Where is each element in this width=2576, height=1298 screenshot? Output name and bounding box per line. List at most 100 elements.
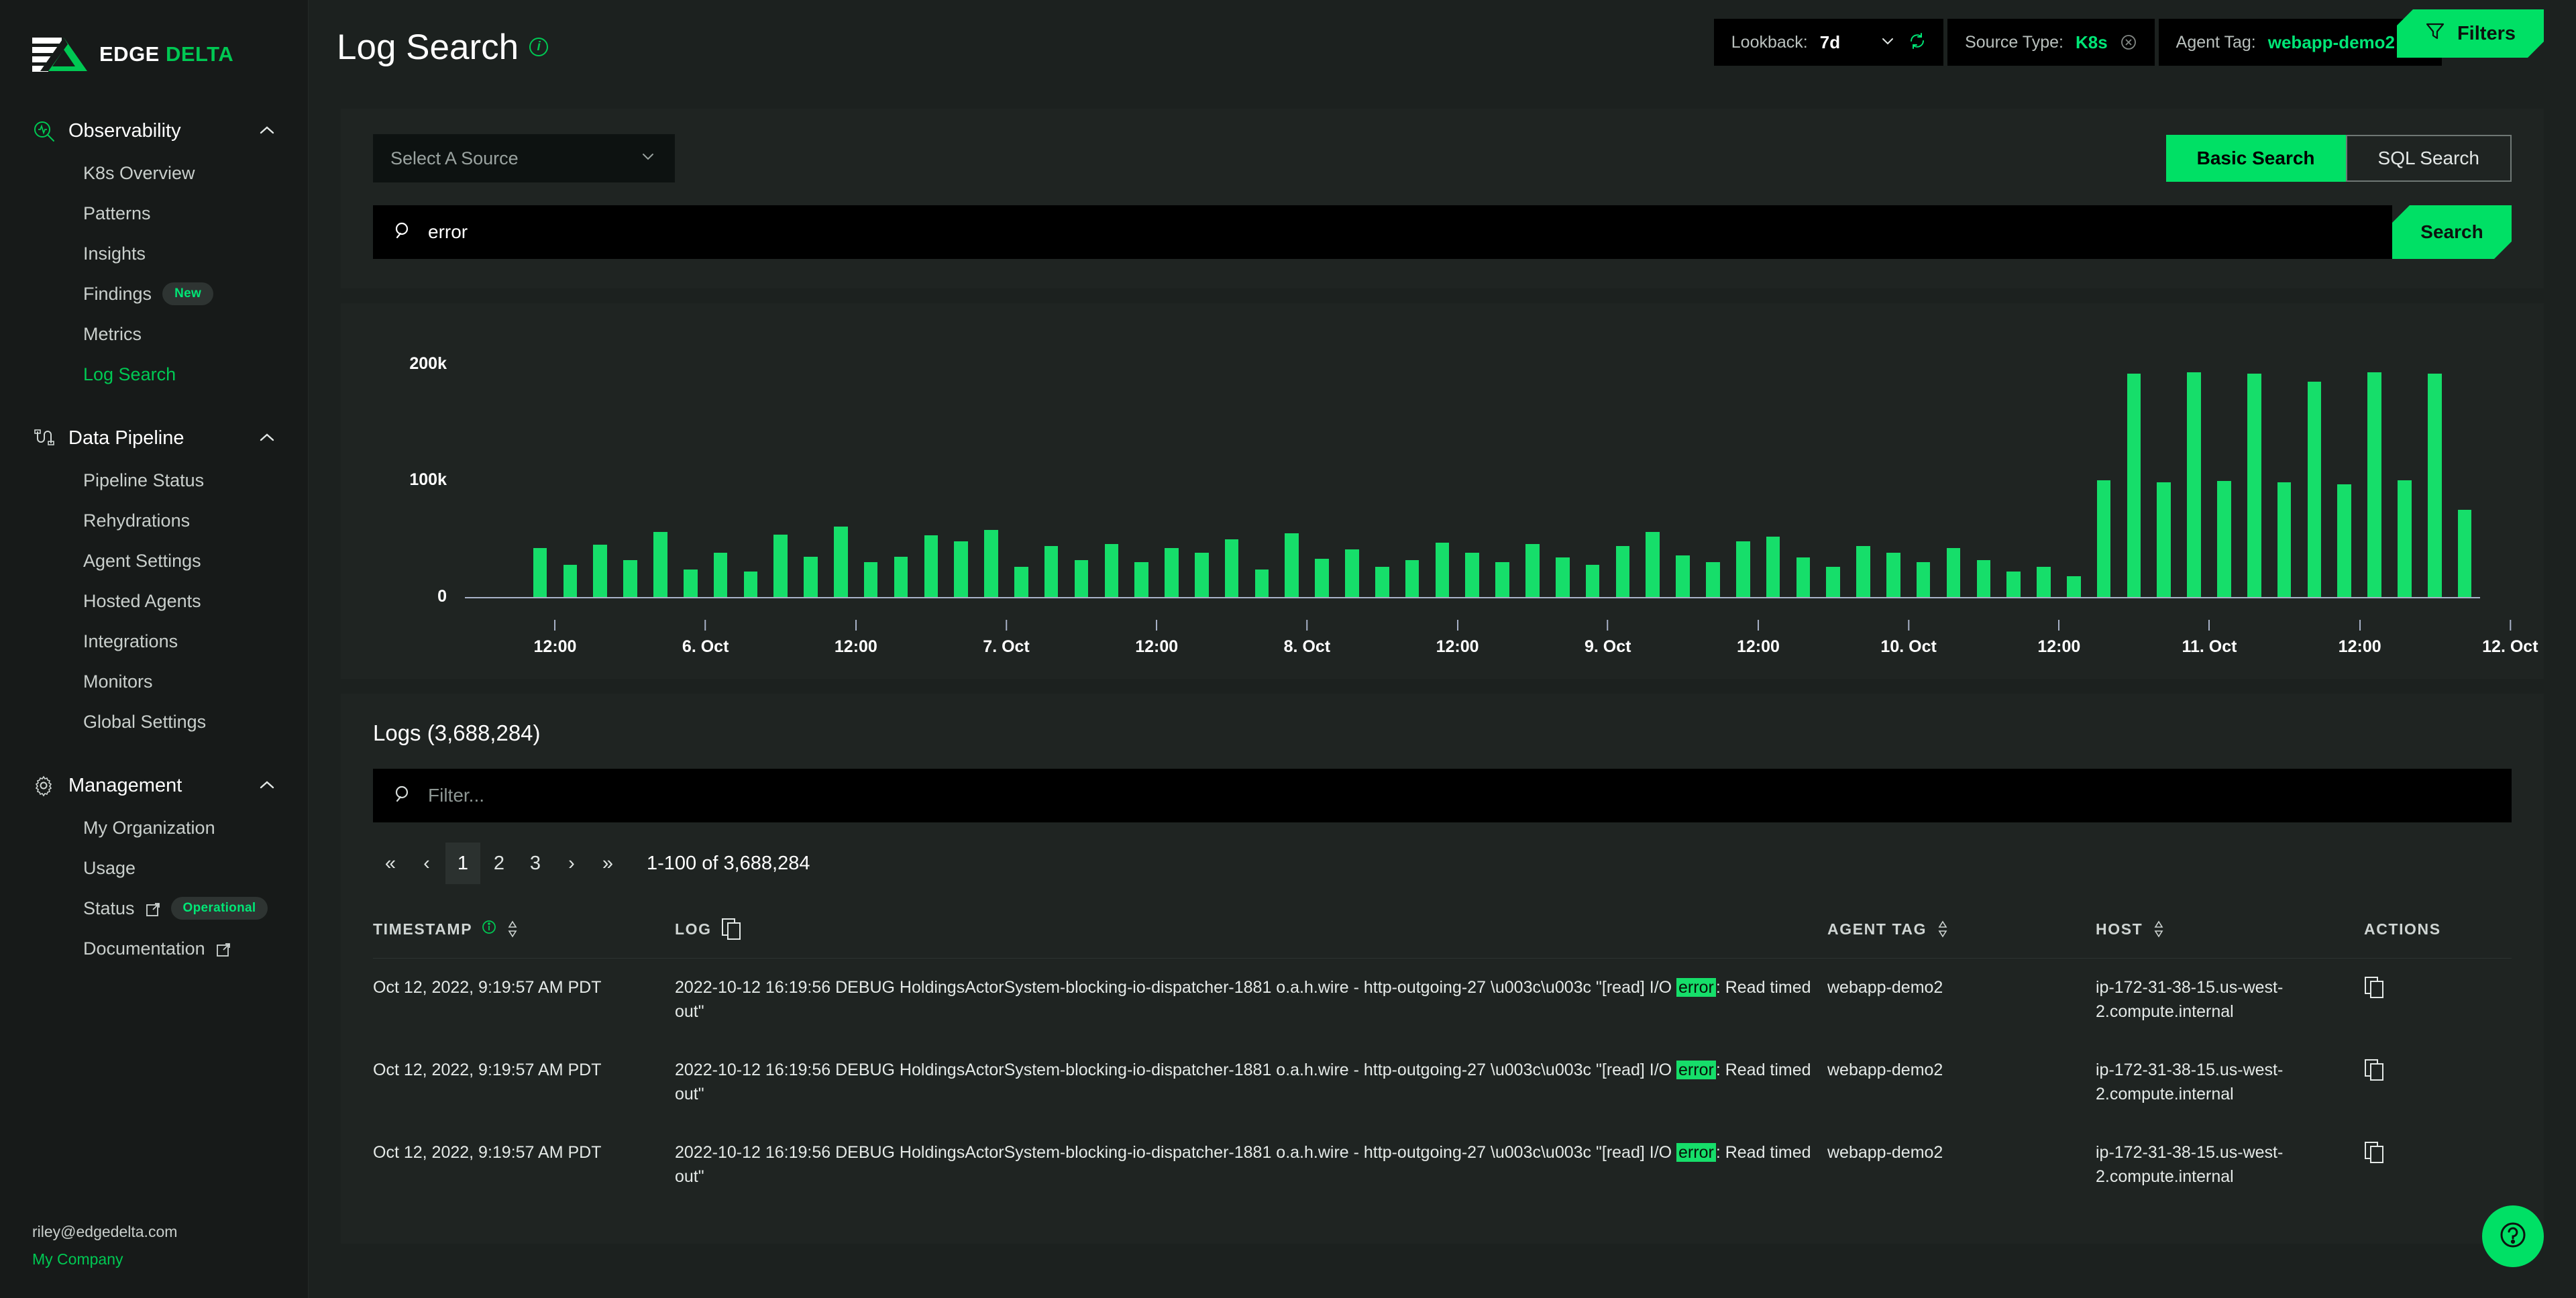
pagination-page-3[interactable]: 3 <box>518 843 553 884</box>
bar-slot[interactable] <box>2269 342 2300 597</box>
sidebar-item-usage[interactable]: Usage <box>0 848 308 888</box>
bar-slot[interactable] <box>1728 342 1758 597</box>
table-row[interactable]: Oct 12, 2022, 9:19:57 AM PDT 2022-10-12 1… <box>373 1041 2512 1124</box>
bar-slot[interactable] <box>1247 342 1277 597</box>
lookback-selector[interactable]: Lookback: 7d <box>1713 19 1944 66</box>
sidebar-group-management[interactable]: Management <box>0 763 308 808</box>
bar-slot[interactable] <box>1036 342 1067 597</box>
bar[interactable] <box>653 532 667 597</box>
sidebar-item-log-search[interactable]: Log Search <box>0 354 308 394</box>
bar-slot[interactable] <box>525 342 555 597</box>
remove-filter-icon[interactable] <box>2120 34 2137 51</box>
bar-slot[interactable] <box>555 342 585 597</box>
pagination-prev[interactable]: ‹ <box>409 843 444 884</box>
bar[interactable] <box>713 553 728 597</box>
bar[interactable] <box>2127 373 2141 597</box>
bar-slot[interactable] <box>1307 342 1337 597</box>
bar[interactable] <box>2457 510 2472 597</box>
bar-slot[interactable] <box>2149 342 2179 597</box>
bar[interactable] <box>1104 543 1119 597</box>
sidebar-item-pipeline-status[interactable]: Pipeline Status <box>0 460 308 500</box>
bar[interactable] <box>894 556 908 597</box>
bar[interactable] <box>1676 555 1690 597</box>
bar[interactable] <box>2367 372 2381 597</box>
bar[interactable] <box>1646 532 1660 597</box>
bar[interactable] <box>1435 542 1450 597</box>
bar[interactable] <box>1044 546 1059 597</box>
bar[interactable] <box>773 534 788 597</box>
column-agent-tag[interactable]: AGENT TAG <box>1827 907 2096 959</box>
bar-slot[interactable] <box>946 342 976 597</box>
bar[interactable] <box>1224 539 1239 597</box>
bar[interactable] <box>563 564 578 597</box>
bar[interactable] <box>593 545 608 597</box>
bar[interactable] <box>924 535 938 597</box>
bar[interactable] <box>1014 567 1028 597</box>
sidebar-group-data-pipeline[interactable]: Data Pipeline <box>0 416 308 460</box>
bar-slot[interactable] <box>1638 342 1668 597</box>
bar[interactable] <box>2277 482 2292 597</box>
bar-slot[interactable] <box>1668 342 1698 597</box>
bar[interactable] <box>2337 484 2352 597</box>
bar[interactable] <box>1345 549 1359 597</box>
bar[interactable] <box>1706 562 1720 597</box>
bar-slot[interactable] <box>1758 342 1788 597</box>
bar[interactable] <box>2067 576 2081 597</box>
column-host[interactable]: HOST <box>2096 907 2364 959</box>
bar-slot[interactable] <box>1548 342 1578 597</box>
search-input[interactable]: error <box>373 205 2392 259</box>
bar[interactable] <box>1254 569 1269 597</box>
bar-slot[interactable] <box>2450 342 2480 597</box>
bar[interactable] <box>1315 559 1329 597</box>
tab-basic-search[interactable]: Basic Search <box>2165 135 2346 182</box>
bar-slot[interactable] <box>676 342 706 597</box>
pagination-page-1[interactable]: 1 <box>445 843 480 884</box>
copy-icon[interactable] <box>2364 976 2384 999</box>
bar-slot[interactable] <box>1397 342 1428 597</box>
bar[interactable] <box>2187 372 2201 597</box>
sort-icon[interactable] <box>1936 919 1949 939</box>
bar[interactable] <box>1525 543 1540 597</box>
bar[interactable] <box>2006 572 2021 597</box>
bar[interactable] <box>2398 480 2412 597</box>
bar-slot[interactable] <box>2390 342 2420 597</box>
sidebar-item-insights[interactable]: Insights <box>0 233 308 274</box>
bar-slot[interactable] <box>2119 342 2149 597</box>
bar-slot[interactable] <box>765 342 796 597</box>
company-name[interactable]: My Company <box>32 1250 177 1268</box>
bar[interactable] <box>1826 567 1840 597</box>
bar[interactable] <box>2037 567 2051 597</box>
bar[interactable] <box>984 529 998 597</box>
bar[interactable] <box>1735 541 1750 597</box>
brand-logo[interactable]: EDGE DELTA <box>0 0 308 80</box>
bar-slot[interactable] <box>826 342 856 597</box>
sidebar-group-observability[interactable]: Observability <box>0 109 308 153</box>
info-icon[interactable] <box>482 920 496 938</box>
bar-slot[interactable] <box>1187 342 1217 597</box>
table-row[interactable]: Oct 12, 2022, 9:19:57 AM PDT 2022-10-12 1… <box>373 1124 2512 1206</box>
bar-slot[interactable] <box>2089 342 2119 597</box>
source-type-filter[interactable]: Source Type: K8s <box>1947 19 2155 66</box>
bar-slot[interactable] <box>2359 342 2390 597</box>
column-timestamp[interactable]: TIMESTAMP <box>373 907 675 959</box>
bar[interactable] <box>2217 481 2231 597</box>
bar-slot[interactable] <box>1998 342 2029 597</box>
bar-slot[interactable] <box>1818 342 1848 597</box>
pagination-next[interactable]: › <box>554 843 589 884</box>
bar-slot[interactable] <box>1126 342 1157 597</box>
bar-slot[interactable] <box>1428 342 1458 597</box>
sidebar-item-my-organization[interactable]: My Organization <box>0 808 308 848</box>
bar-slot[interactable] <box>2329 342 2359 597</box>
bar[interactable] <box>1796 557 1811 597</box>
bar-slot[interactable] <box>1788 342 1818 597</box>
bar-slot[interactable] <box>1367 342 1397 597</box>
bar-slot[interactable] <box>1607 342 1638 597</box>
bar[interactable] <box>1766 537 1780 597</box>
chevron-up-icon[interactable] <box>256 774 278 797</box>
sidebar-item-monitors[interactable]: Monitors <box>0 661 308 702</box>
bar[interactable] <box>863 562 878 597</box>
sidebar-item-rehydrations[interactable]: Rehydrations <box>0 500 308 541</box>
bar-slot[interactable] <box>2029 342 2059 597</box>
bar-slot[interactable] <box>1337 342 1367 597</box>
bar-slot[interactable] <box>1939 342 1969 597</box>
